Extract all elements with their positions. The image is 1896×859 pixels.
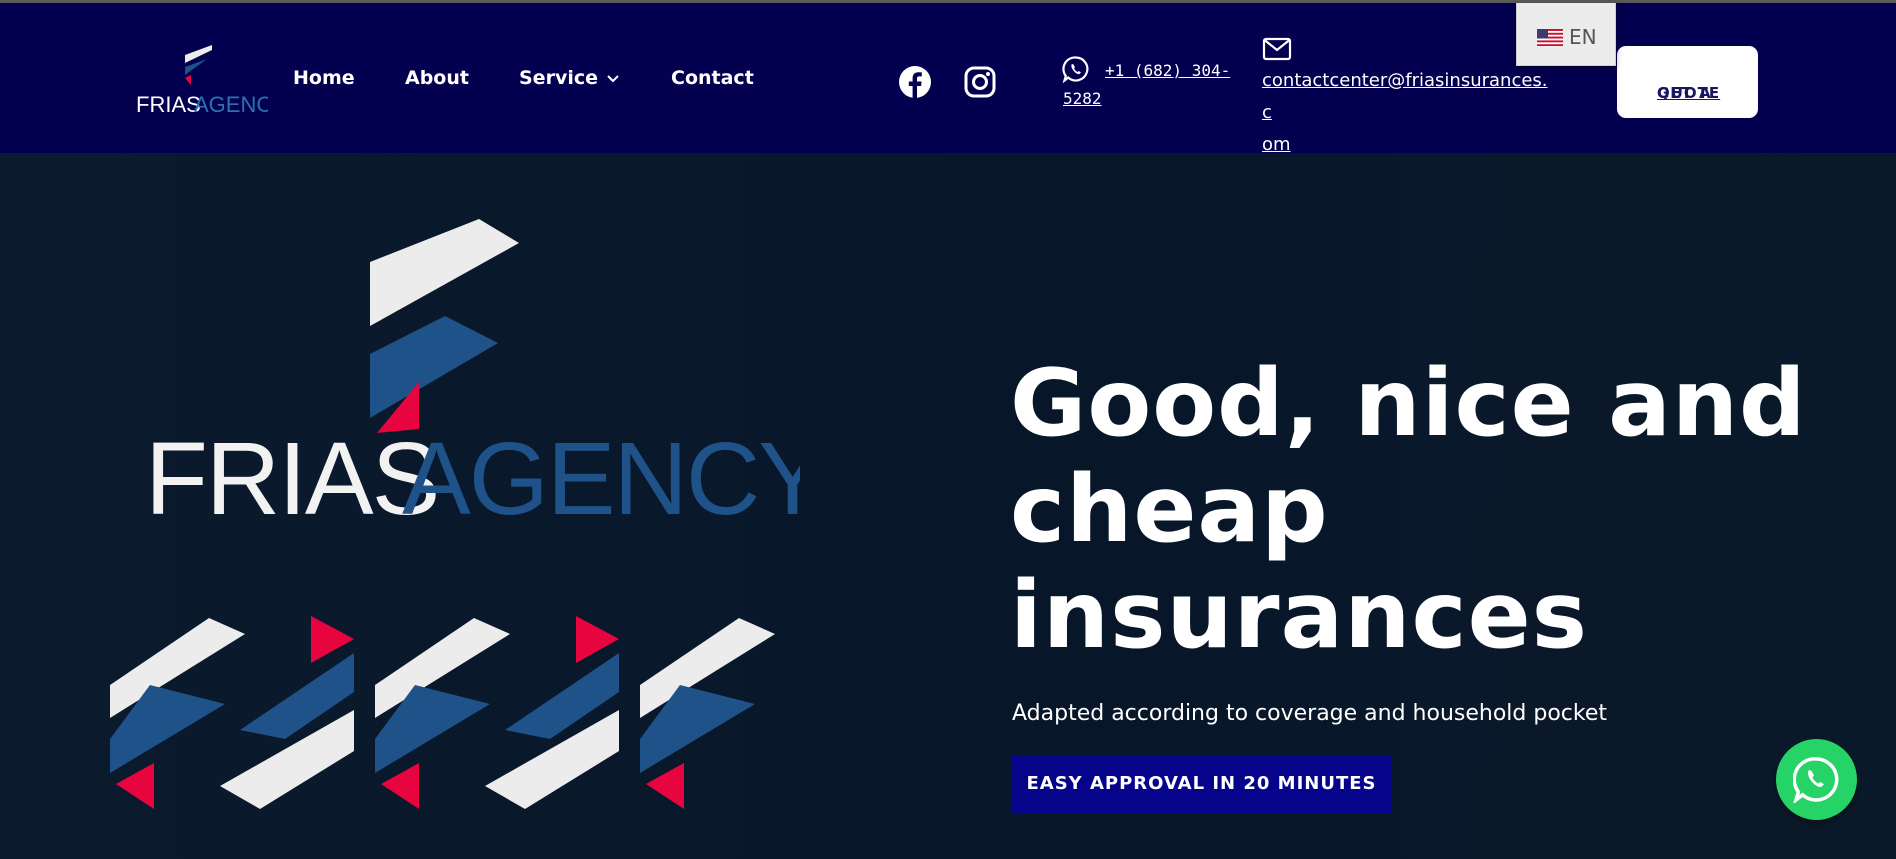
nav-contact-label: Contact [671, 67, 754, 89]
phone-line2: 5282 [1063, 89, 1102, 108]
email-link[interactable]: contactcenter@friasinsurances.c om [1262, 65, 1552, 161]
svg-text:FRIAS: FRIAS [136, 92, 201, 117]
hero-subheadline: Adapted according to coverage and househ… [1012, 701, 1608, 726]
svg-text:AGENCY: AGENCY [194, 92, 268, 117]
language-selector[interactable]: EN [1516, 3, 1616, 66]
email-line1: contactcenter@friasinsurances.c [1262, 70, 1548, 123]
language-code: EN [1569, 25, 1597, 49]
get-a-quote-button[interactable]: GET A QUOTE [1617, 46, 1758, 118]
nav-contact[interactable]: Contact [671, 67, 754, 89]
easy-approval-label: EASY APPROVAL IN 20 MINUTES [1026, 773, 1377, 794]
phone-link[interactable]: +1 (682) 304- 5282 [1063, 57, 1243, 113]
nav-home-label: Home [293, 67, 355, 89]
facebook-link[interactable] [898, 65, 932, 99]
easy-approval-button[interactable]: EASY APPROVAL IN 20 MINUTES [1012, 755, 1391, 813]
nav-home[interactable]: Home [293, 67, 355, 89]
quote-line2: QUOTE [1657, 84, 1721, 102]
nav-service[interactable]: Service [519, 67, 620, 89]
hero-logo-word1: FRIAS [145, 421, 438, 536]
whatsapp-icon [1793, 757, 1839, 803]
nav-about[interactable]: About [405, 67, 469, 89]
hero-headline: Good, nice and cheap insurances [1010, 350, 1870, 668]
chevron-down-icon [607, 74, 619, 82]
whatsapp-float-button[interactable] [1776, 739, 1857, 820]
nav-service-label: Service [519, 67, 598, 89]
headline-line1: Good, nice and [1010, 349, 1807, 457]
mail-icon [1262, 37, 1292, 61]
headline-line3: insurances [1010, 561, 1589, 669]
frias-agency-hero-logo-icon: FRIAS AGENCY [110, 219, 800, 809]
us-flag-icon [1537, 29, 1563, 46]
facebook-icon [899, 66, 931, 98]
phone-line1: +1 (682) 304- [1105, 61, 1231, 80]
hero-logo-word2: AGENCY [402, 421, 800, 536]
instagram-icon [964, 66, 996, 98]
email-line2: om [1262, 134, 1291, 155]
instagram-link[interactable] [963, 65, 997, 99]
frias-agency-logo-icon: FRIAS AGENCY [136, 45, 287, 117]
nav-about-label: About [405, 67, 469, 89]
header-logo[interactable]: FRIAS AGENCY [134, 45, 287, 121]
headline-line2: cheap [1010, 455, 1329, 563]
hero-section: FRIAS AGENCY Good, nice and cheap insura… [0, 153, 1896, 859]
